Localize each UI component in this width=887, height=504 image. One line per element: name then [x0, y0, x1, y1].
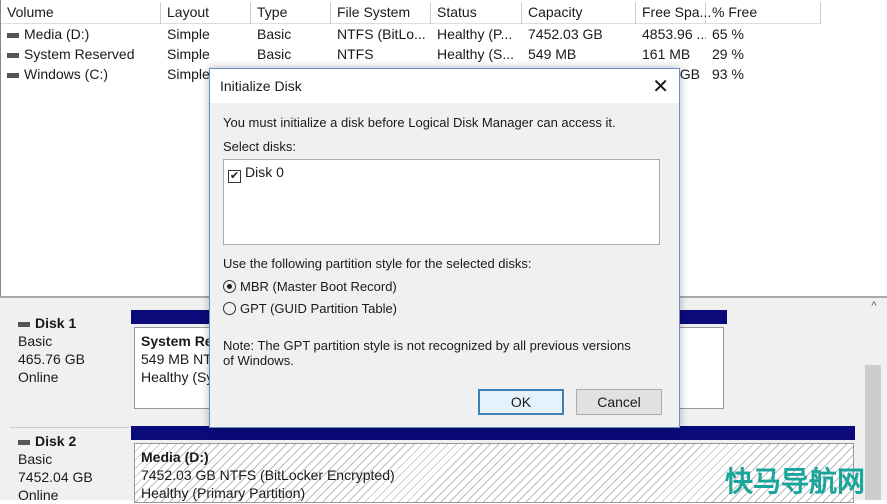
disk-state: Online — [18, 487, 59, 503]
cell-type: Basic — [251, 24, 331, 44]
partition-info: 7452.03 GB NTFS (BitLocker Encrypted) — [141, 467, 395, 483]
cell-text: NTFS (BitLo... — [337, 26, 426, 42]
col-capacity[interactable]: Capacity — [522, 2, 636, 24]
watermark: 快马导航网 — [724, 465, 865, 498]
cell-text: Simple — [167, 26, 210, 42]
scrollbar-thumb[interactable] — [865, 365, 881, 500]
cell-text: 29 % — [712, 46, 744, 62]
cell-text: 93 % — [712, 66, 744, 82]
disk-name: Disk 2 — [35, 433, 77, 449]
col-pct-free[interactable]: % Free — [706, 2, 821, 24]
cancel-button[interactable]: Cancel — [576, 389, 662, 415]
radio-selected-icon[interactable] — [223, 280, 236, 293]
disk-1-label[interactable]: Disk 1 Basic 465.76 GB Online — [10, 310, 130, 416]
dialog-titlebar: Initialize Disk ✕ — [210, 69, 679, 103]
cell-volume: System Reserved — [1, 44, 161, 64]
partition-info: 549 MB NT — [141, 351, 212, 367]
cell-layout: Simple — [161, 24, 251, 44]
disk-state: Online — [18, 369, 59, 385]
close-icon[interactable]: ✕ — [652, 74, 669, 99]
gpt-note: Note: The GPT partition style is not rec… — [223, 338, 631, 368]
disk-size: 465.76 GB — [18, 351, 85, 367]
cell-text: 7452.03 GB — [528, 26, 603, 42]
disk-icon — [18, 439, 30, 445]
cell-layout: Simple — [161, 44, 251, 64]
cell-capacity: 549 MB — [522, 44, 636, 64]
col-type[interactable]: Type — [251, 2, 331, 24]
radio-gpt-label: GPT (GUID Partition Table) — [240, 301, 398, 316]
cell-text: Simple — [167, 66, 210, 82]
cell-text: 161 MB — [642, 46, 691, 62]
cell-text: 549 MB — [528, 46, 577, 62]
disk-list-item[interactable]: ✔ Disk 0 — [228, 164, 655, 183]
cell-text: Media (D:) — [24, 26, 90, 42]
checkbox-checked-icon[interactable]: ✔ — [228, 170, 241, 183]
cell-text: GB — [679, 66, 700, 82]
cell-text: Healthy (S... — [437, 46, 515, 62]
partition-status: Healthy (Primary Partition) — [141, 485, 306, 501]
cell-text: Windows (C:) — [24, 66, 109, 82]
cell-pct: 29 % — [706, 44, 821, 64]
partition-style-label: Use the following partition style for th… — [223, 256, 532, 271]
disk-name: Disk 1 — [35, 315, 77, 331]
col-file-system[interactable]: File System — [331, 2, 431, 24]
cell-fs: NTFS — [331, 44, 431, 64]
cell-status: Healthy (S... — [431, 44, 522, 64]
scroll-up-icon[interactable]: ^ — [861, 300, 887, 312]
col-volume[interactable]: Volume — [1, 2, 161, 24]
cell-volume: Windows (C:) — [1, 64, 161, 84]
cell-text: 4853.96 ... — [642, 26, 706, 42]
partition-status: Healthy (Sy — [141, 369, 214, 385]
disk-list[interactable]: ✔ Disk 0 — [223, 159, 660, 245]
radio-unselected-icon[interactable] — [223, 302, 236, 315]
col-layout[interactable]: Layout — [161, 2, 251, 24]
volume-list-header: Volume Layout Type File System Status Ca… — [1, 2, 821, 24]
disk-size: 7452.04 GB — [18, 469, 93, 485]
cell-free: 4853.96 ... — [636, 24, 706, 44]
disk-2-bar — [131, 426, 855, 440]
intro-text: You must initialize a disk before Logica… — [223, 115, 616, 130]
disk-icon — [18, 321, 30, 327]
volume-icon — [7, 52, 19, 58]
volume-icon — [7, 72, 19, 78]
partition-name: System Re — [141, 333, 213, 349]
cell-fs: NTFS (BitLo... — [331, 24, 431, 44]
disk-type: Basic — [18, 451, 53, 467]
cell-volume: Media (D:) — [1, 24, 161, 44]
disk-2-label[interactable]: Disk 2 Basic 7452.04 GB Online — [10, 427, 130, 503]
initialize-disk-dialog: Initialize Disk ✕ You must initialize a … — [209, 68, 680, 428]
cell-text: Basic — [257, 46, 292, 62]
disk-list-item-label: Disk 0 — [245, 164, 284, 180]
select-disks-label: Select disks: — [223, 139, 296, 154]
radio-gpt[interactable]: GPT (GUID Partition Table) — [223, 301, 397, 316]
col-status[interactable]: Status — [431, 2, 522, 24]
table-row[interactable]: Media (D:) Simple Basic NTFS (BitLo... Healt… — [1, 24, 821, 44]
cell-status: Healthy (P... — [431, 24, 522, 44]
cell-text: Basic — [257, 26, 292, 42]
radio-mbr[interactable]: MBR (Master Boot Record) — [223, 279, 397, 294]
radio-mbr-label: MBR (Master Boot Record) — [240, 279, 397, 294]
ok-button[interactable]: OK — [478, 389, 564, 415]
cell-text: NTFS — [337, 46, 374, 62]
table-row[interactable]: System Reserved Simple Basic NTFS Healthy (S… — [1, 44, 821, 64]
cell-capacity: 7452.03 GB — [522, 24, 636, 44]
cell-type: Basic — [251, 44, 331, 64]
cell-pct: 65 % — [706, 24, 821, 44]
cell-text: 65 % — [712, 26, 744, 42]
dialog-title: Initialize Disk — [220, 78, 302, 94]
cell-text: Healthy (P... — [437, 26, 513, 42]
cell-free: 161 MB — [636, 44, 706, 64]
disk-type: Basic — [18, 333, 53, 349]
col-free-space[interactable]: Free Spa... — [636, 2, 711, 24]
volume-icon — [7, 32, 19, 38]
cell-pct: 93 % — [706, 64, 821, 84]
cell-text: Simple — [167, 46, 210, 62]
cell-text: System Reserved — [24, 46, 135, 62]
partition-name: Media (D:) — [141, 449, 209, 465]
